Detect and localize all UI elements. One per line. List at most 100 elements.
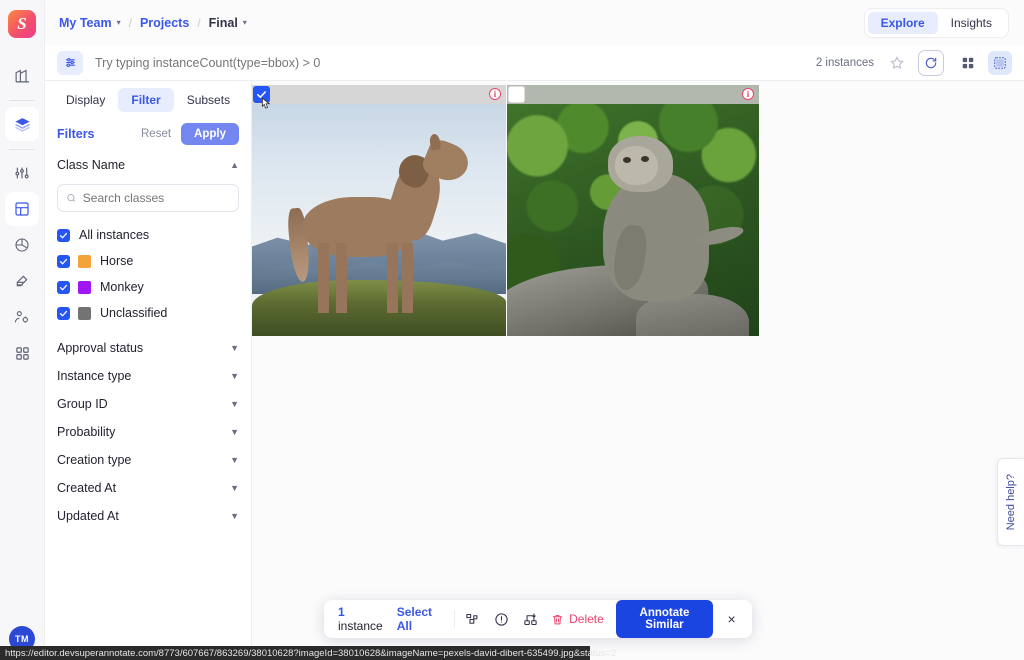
- section-created-at[interactable]: Created At ▼: [45, 474, 251, 502]
- class-row-all-instances[interactable]: All instances: [45, 222, 251, 248]
- chevron-down-icon[interactable]: ▾: [117, 18, 121, 27]
- organization-icon[interactable]: [5, 58, 39, 92]
- sliders-icon[interactable]: [5, 156, 39, 190]
- top-bar: My Team ▾ / Projects / Final ▾ Explore I…: [45, 0, 1024, 45]
- breadcrumb-current[interactable]: Final: [209, 16, 238, 30]
- selected-count-label: instance: [338, 619, 383, 633]
- section-updated-at[interactable]: Updated At ▼: [45, 502, 251, 530]
- section-approval-status-label: Approval status: [57, 341, 144, 355]
- section-group-id[interactable]: Group ID ▼: [45, 390, 251, 418]
- apps-icon[interactable]: [5, 336, 39, 370]
- team-settings-icon[interactable]: [5, 300, 39, 334]
- chevron-down-icon-prob: ▼: [230, 427, 239, 437]
- chevron-down-icon-group: ▼: [230, 399, 239, 409]
- panel-view-icon[interactable]: [988, 50, 1012, 75]
- class-row-unclassified[interactable]: Unclassified: [45, 300, 251, 326]
- grid-icon[interactable]: [5, 192, 39, 226]
- instance-grid: i i: [252, 85, 759, 336]
- filter-panel: Display Filter Subsets Filters Reset App…: [45, 81, 252, 660]
- info-icon-horse[interactable]: i: [489, 88, 501, 100]
- star-icon[interactable]: [886, 52, 908, 74]
- section-creation-type-label: Creation type: [57, 453, 132, 467]
- section-approval-status[interactable]: Approval status ▼: [45, 334, 251, 362]
- need-help-tab[interactable]: Need help?: [997, 458, 1024, 546]
- section-class-name[interactable]: Class Name ▲: [45, 151, 251, 179]
- delete-label: Delete: [569, 612, 604, 626]
- group-download-icon[interactable]: [520, 608, 541, 630]
- tools-icon[interactable]: [5, 264, 39, 298]
- breadcrumb-team[interactable]: My Team: [59, 16, 112, 30]
- horse-instance-card[interactable]: i: [252, 85, 506, 336]
- section-instance-type-label: Instance type: [57, 369, 132, 383]
- checkbox-horse[interactable]: [57, 254, 70, 268]
- checkbox-unclassified[interactable]: [57, 306, 70, 320]
- model-icon[interactable]: [5, 228, 39, 262]
- selected-count: 1 instance: [338, 605, 383, 633]
- section-creation-type[interactable]: Creation type ▼: [45, 446, 251, 474]
- chevron-down-icon-2[interactable]: ▾: [243, 18, 247, 27]
- breadcrumb-projects[interactable]: Projects: [140, 16, 189, 30]
- section-probability[interactable]: Probability ▼: [45, 418, 251, 446]
- action-bar-divider: [453, 610, 455, 628]
- close-icon[interactable]: ×: [725, 611, 738, 627]
- class-label-horse: Horse: [100, 254, 134, 268]
- class-row-monkey[interactable]: Monkey: [45, 274, 251, 300]
- tab-filter[interactable]: Filter: [118, 88, 174, 112]
- app-root: S TM My Team ▾ / Projects / Final ▾ Expl…: [0, 0, 1024, 660]
- panel-tabs: Display Filter Subsets: [45, 84, 251, 116]
- card-checkbox-horse[interactable]: [253, 86, 270, 103]
- tab-insights[interactable]: Insights: [938, 12, 1005, 34]
- tab-display[interactable]: Display: [53, 88, 118, 112]
- annotate-similar-button[interactable]: Annotate Similar: [615, 600, 714, 638]
- chevron-down-icon-creation: ▼: [230, 455, 239, 465]
- rail-divider: [9, 100, 35, 101]
- tab-explore[interactable]: Explore: [867, 11, 938, 34]
- refresh-icon[interactable]: [918, 49, 944, 76]
- breadcrumb: My Team ▾ / Projects / Final ▾: [59, 16, 247, 30]
- instance-count-label: 2 instances: [815, 56, 874, 69]
- tab-subsets[interactable]: Subsets: [174, 88, 243, 112]
- chevron-down-icon-instance: ▼: [230, 371, 239, 381]
- search-input[interactable]: [95, 50, 816, 75]
- duplicate-shapes-icon[interactable]: [462, 608, 483, 630]
- section-group-id-label: Group ID: [57, 397, 108, 411]
- layers-icon[interactable]: [5, 107, 39, 141]
- search-icon: [67, 193, 76, 202]
- checkbox-monkey[interactable]: [57, 280, 70, 294]
- search-classes-input[interactable]: [82, 191, 230, 205]
- need-help-label: Need help?: [1005, 473, 1017, 531]
- monkey-image[interactable]: [507, 104, 759, 336]
- top-bar-right: Explore Insights: [864, 8, 1008, 37]
- section-probability-label: Probability: [57, 425, 116, 439]
- breadcrumb-separator-2: /: [197, 15, 201, 30]
- class-label-monkey: Monkey: [100, 280, 144, 294]
- delete-button[interactable]: Delete: [551, 612, 604, 626]
- grid-view-icon[interactable]: [956, 51, 980, 75]
- section-class-name-label: Class Name: [57, 158, 126, 172]
- monkey-instance-card[interactable]: i: [507, 85, 759, 336]
- exclamation-circle-icon[interactable]: [491, 608, 512, 630]
- checkbox-all-instances[interactable]: [57, 228, 70, 242]
- horse-image[interactable]: [252, 104, 506, 336]
- reset-button[interactable]: Reset: [141, 128, 171, 140]
- card-checkbox-monkey[interactable]: [508, 86, 525, 103]
- app-logo[interactable]: S: [8, 10, 36, 38]
- info-icon-monkey[interactable]: i: [742, 88, 754, 100]
- card-toolbar-horse: [252, 85, 506, 104]
- section-created-at-label: Created At: [57, 481, 117, 495]
- select-all-button[interactable]: Select All: [397, 605, 440, 633]
- query-bar: 2 instances: [45, 45, 1024, 81]
- left-rail: S TM: [0, 0, 45, 660]
- chevron-down-icon-approval: ▼: [230, 343, 239, 353]
- section-updated-at-label: Updated At: [57, 509, 119, 523]
- rail-icon-list: [0, 58, 44, 372]
- class-row-horse[interactable]: Horse: [45, 248, 251, 274]
- chevron-up-icon: ▲: [230, 160, 239, 170]
- apply-button[interactable]: Apply: [181, 123, 239, 145]
- selection-action-bar: 1 instance Select All Delete Annotate Si…: [324, 600, 752, 638]
- section-instance-type[interactable]: Instance type ▼: [45, 362, 251, 390]
- sliders-icon-toggle[interactable]: [57, 50, 83, 75]
- filters-header: Filters Reset Apply: [45, 116, 251, 151]
- search-classes-field[interactable]: [57, 184, 239, 212]
- trash-icon: [552, 614, 563, 624]
